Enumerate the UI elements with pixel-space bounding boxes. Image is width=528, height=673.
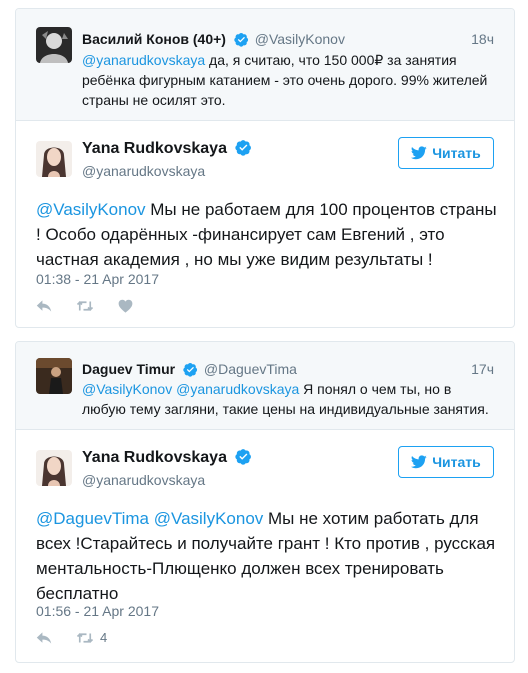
parent-tweet-header: Василий Конов (40+) @VasilyKonov 18ч (82, 30, 494, 51)
retweet-icon (76, 301, 94, 311)
parent-timestamp[interactable]: 18ч (471, 30, 494, 48)
reply-icon (36, 631, 52, 644)
tweet-text: @DaguevTima @VasilyKonov Мы не хотим раб… (36, 506, 498, 606)
mention-link[interactable]: @VasilyKonov (154, 509, 264, 528)
tweet-datetime[interactable]: 01:38 - 21 Apr 2017 (36, 270, 159, 288)
follow-button[interactable]: Читать (398, 137, 494, 169)
parent-author-name[interactable]: Daguev Timur (82, 361, 175, 377)
mention-link[interactable]: @yanarudkovskaya (176, 381, 299, 397)
avatar[interactable] (36, 358, 72, 394)
twitter-bird-icon (411, 146, 427, 160)
tweet-actions: 4 (36, 630, 131, 645)
mention-link[interactable]: @VasilyKonov (82, 381, 172, 397)
parent-author-handle[interactable]: @VasilyKonov (255, 31, 345, 47)
reply-button[interactable] (36, 299, 52, 313)
author-name[interactable]: Yana Rudkovskaya (82, 139, 254, 162)
avatar[interactable] (36, 450, 72, 486)
verified-badge-icon (234, 32, 249, 51)
parent-tweet-text: @VasilyKonov @yanarudkovskaya Я понял о … (82, 379, 496, 419)
follow-button-label: Читать (432, 454, 481, 470)
verified-badge-icon (235, 139, 252, 162)
retweet-button[interactable]: 4 (76, 630, 107, 645)
retweet-button[interactable] (76, 299, 94, 313)
tweet-datetime[interactable]: 01:56 - 21 Apr 2017 (36, 602, 159, 620)
parent-tweet[interactable]: Василий Конов (40+) @VasilyKonov 18ч @ya… (16, 9, 514, 121)
parent-tweet[interactable]: Daguev Timur @DaguevTima 17ч @VasilyKono… (16, 342, 514, 430)
avatar[interactable] (36, 27, 72, 63)
retweet-count: 4 (100, 630, 108, 645)
author-handle[interactable]: @yanarudkovskaya (82, 471, 205, 489)
author-name-text: Yana Rudkovskaya (82, 449, 227, 466)
parent-author-name[interactable]: Василий Конов (40+) (82, 31, 226, 47)
parent-tweet-text: @yanarudkovskaya да, я считаю, что 150 0… (82, 50, 496, 110)
parent-author-handle[interactable]: @DaguevTima (204, 361, 297, 377)
embedded-tweet-card: Василий Конов (40+) @VasilyKonov 18ч @ya… (15, 8, 515, 328)
parent-tweet-header: Daguev Timur @DaguevTima 17ч (82, 360, 494, 381)
avatar[interactable] (36, 141, 72, 177)
author-name-text: Yana Rudkovskaya (82, 140, 227, 157)
parent-timestamp[interactable]: 17ч (471, 360, 494, 378)
tweet-text: @VasilyKonov Мы не работаем для 100 проц… (36, 197, 498, 272)
heart-icon (118, 299, 133, 313)
follow-button-label: Читать (432, 145, 481, 161)
mention-link[interactable]: @VasilyKonov (36, 200, 146, 219)
retweet-icon (76, 632, 94, 643)
like-button[interactable] (118, 299, 133, 313)
mention-link[interactable]: @DaguevTima (36, 509, 149, 528)
reply-icon (36, 300, 52, 312)
mention-link[interactable]: @yanarudkovskaya (82, 52, 205, 68)
follow-button[interactable]: Читать (398, 446, 494, 478)
author-handle[interactable]: @yanarudkovskaya (82, 162, 205, 180)
author-name[interactable]: Yana Rudkovskaya (82, 448, 254, 471)
reply-button[interactable] (36, 631, 52, 645)
verified-badge-icon (235, 448, 252, 471)
twitter-bird-icon (411, 455, 427, 469)
tweet-actions (36, 299, 157, 313)
embedded-tweet-card: Daguev Timur @DaguevTima 17ч @VasilyKono… (15, 341, 515, 663)
